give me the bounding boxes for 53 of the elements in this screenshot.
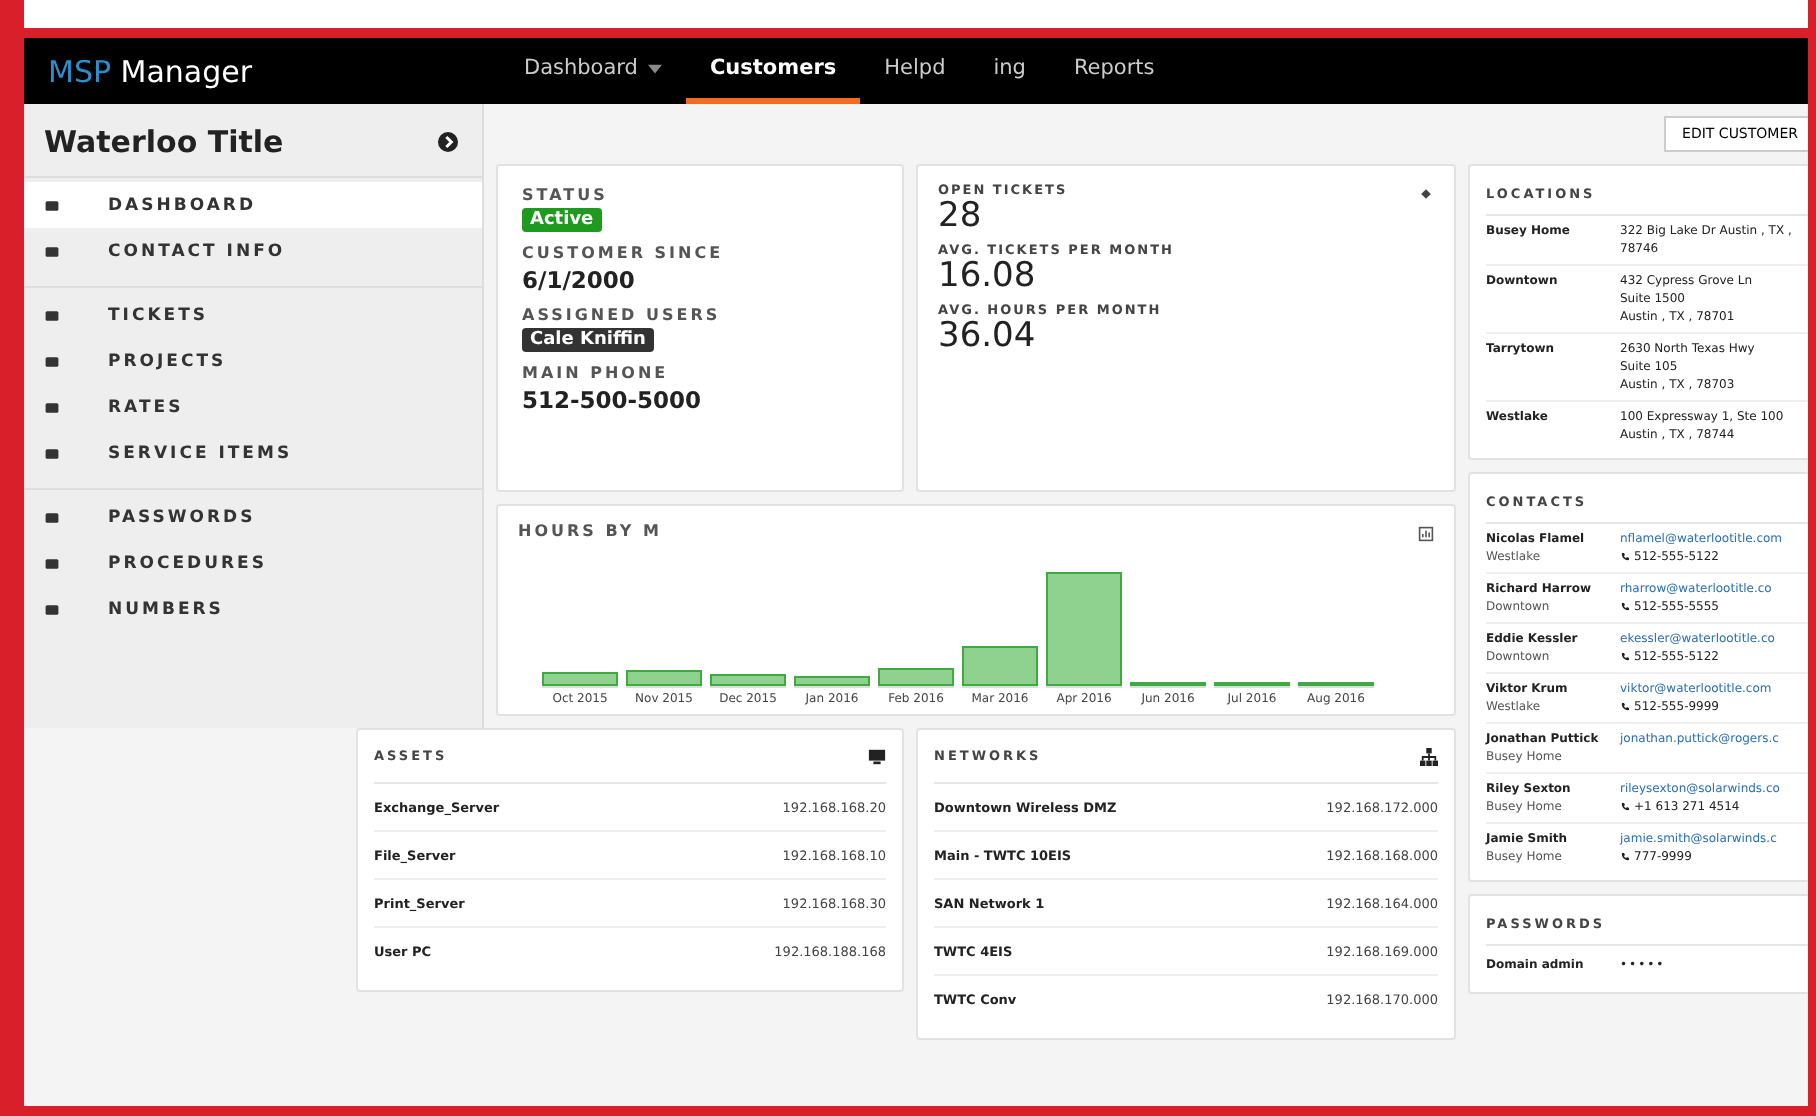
nav-tab[interactable]: Dashboard (500, 38, 686, 104)
chart-bar (878, 667, 954, 686)
field-value: 6/1/2000 (522, 266, 635, 294)
menu-item-icon (44, 509, 60, 525)
menu-item-icon (44, 555, 60, 571)
chart-bar (1046, 572, 1122, 686)
network-icon (1420, 747, 1438, 765)
monitor-icon (868, 747, 886, 765)
menu-item-icon (44, 601, 60, 617)
sidebar-item[interactable]: NUMBERS (24, 586, 482, 632)
chart-icon (1418, 526, 1434, 542)
phone-icon (1620, 852, 1630, 862)
menu-item-icon (44, 197, 60, 213)
chart-bar (710, 674, 786, 686)
phone-icon (1620, 552, 1630, 562)
field-label: STATUS (522, 186, 608, 204)
stat-value: 36.04 (938, 318, 1038, 354)
phone-icon (1620, 602, 1630, 612)
customer-title: Waterloo Title (44, 124, 284, 160)
sidebar-item[interactable]: PROJECTS (24, 338, 482, 384)
sidebar-item[interactable]: PROCEDURES (24, 540, 482, 586)
field-label: MAIN PHONE (522, 364, 669, 382)
menu-item-icon (44, 307, 60, 323)
menu-item-icon (44, 243, 60, 259)
app-logo[interactable]: MSP Manager (48, 53, 500, 89)
arrow-circle-icon[interactable] (438, 132, 458, 152)
menu-item-icon (44, 353, 60, 369)
status-badge: Active (522, 208, 602, 232)
field-value: 512-500-5000 (522, 386, 702, 414)
chart-bar (962, 646, 1038, 686)
nav-tab[interactable]: ing (969, 38, 1050, 104)
menu-item-icon (44, 399, 60, 415)
chart-title: HOURS BY M (518, 522, 662, 540)
sidebar-item[interactable]: PASSWORDS (24, 494, 482, 540)
sidebar-item[interactable]: CONTACT INFO (24, 228, 482, 274)
nav-tab[interactable]: Helpd (860, 38, 970, 104)
user-tag: Cale Kniffin (522, 328, 654, 352)
phone-icon (1620, 652, 1630, 662)
chart-bar (542, 671, 618, 686)
field-label: ASSIGNED USERS (522, 306, 721, 324)
phone-icon (1620, 802, 1630, 812)
menu-item-icon (44, 445, 60, 461)
sidebar-item[interactable]: RATES (24, 384, 482, 430)
stat-value: 28 (938, 198, 984, 234)
chart-bar (794, 676, 870, 686)
chart-bar (626, 670, 702, 686)
sidebar-item[interactable]: DASHBOARD (24, 182, 482, 228)
sidebar-item[interactable]: SERVICE ITEMS (24, 430, 482, 476)
nav-tab[interactable]: Reports (1049, 38, 1179, 104)
phone-icon (1620, 702, 1630, 712)
stat-value: 16.08 (938, 258, 1038, 294)
field-label: CUSTOMER SINCE (522, 244, 724, 262)
sidebar-item[interactable]: TICKETS (24, 292, 482, 338)
